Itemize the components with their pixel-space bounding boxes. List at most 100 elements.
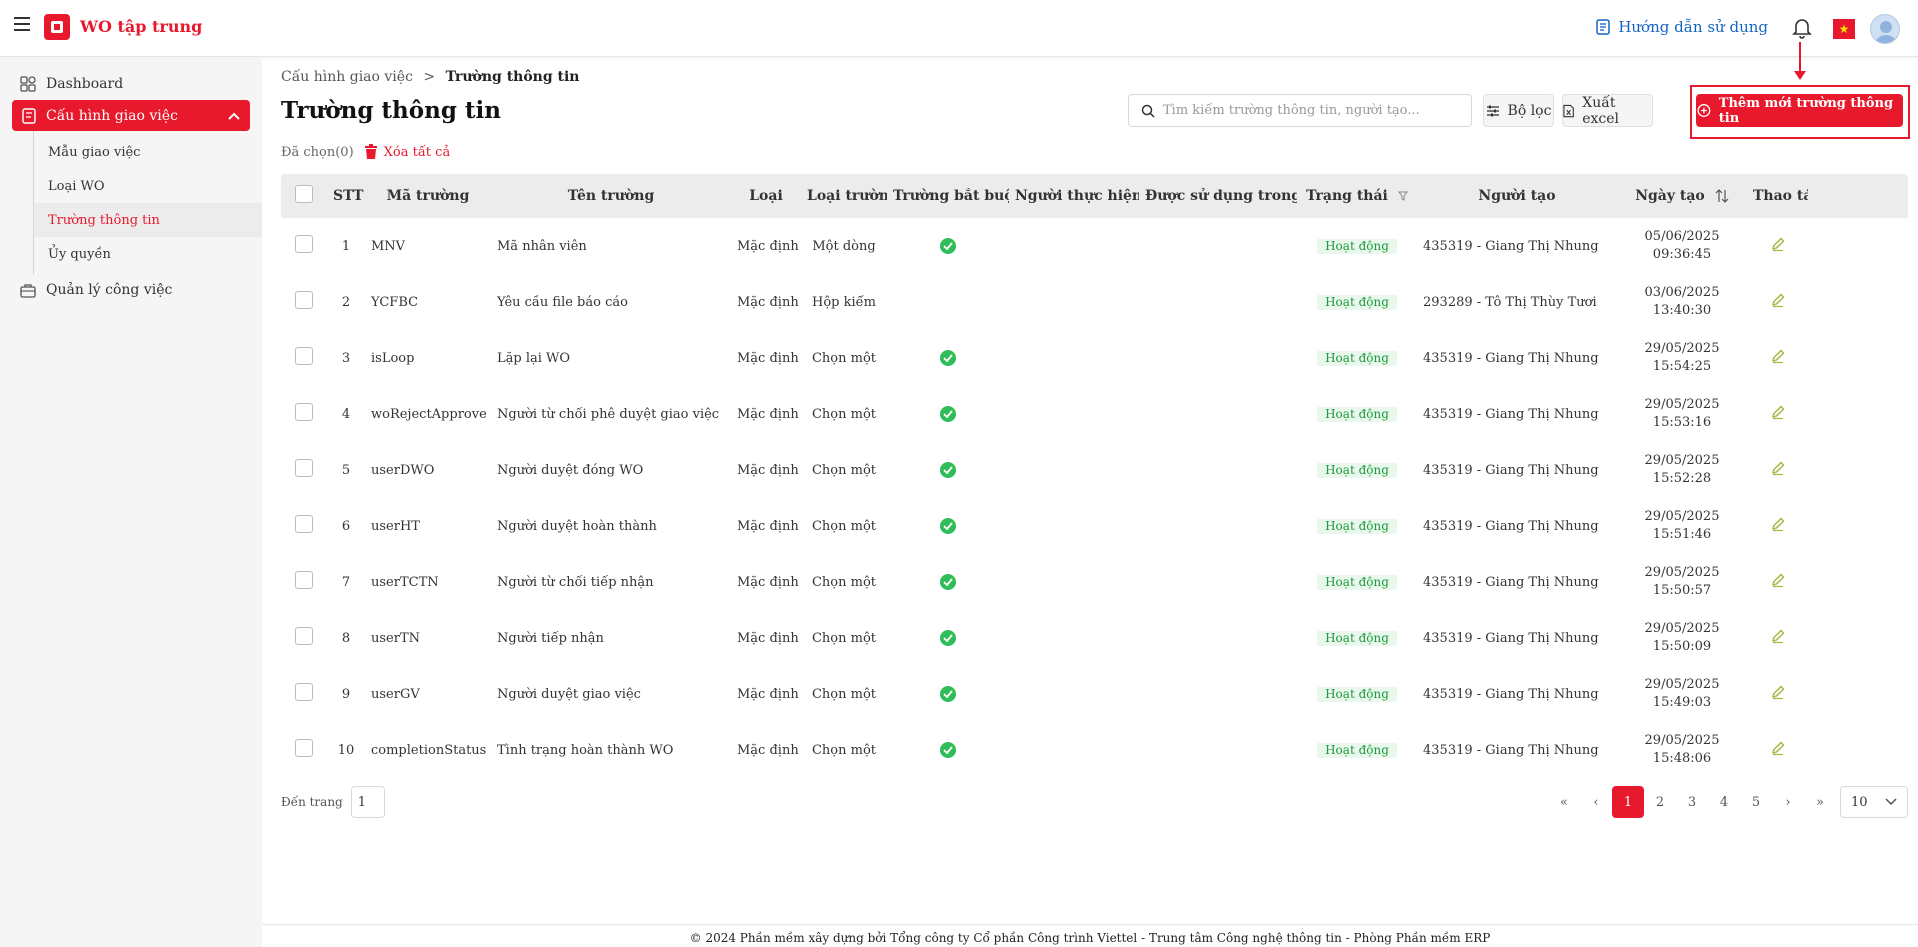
check-circle-icon: [940, 574, 956, 590]
delete-all-button[interactable]: Xóa tất cả: [364, 144, 450, 160]
trash-icon: [364, 144, 377, 159]
cell-nguoi-tao: 435319 - Giang Thị Nhung: [1423, 630, 1599, 646]
first-page-button[interactable]: «: [1548, 786, 1580, 818]
cell-ngay-tao: 29/05/2025 15:50:09: [1617, 620, 1747, 656]
row-checkbox[interactable]: [295, 403, 313, 421]
row-checkbox[interactable]: [295, 571, 313, 589]
cell-truong-bat-buoc: [887, 350, 1009, 366]
document-icon: [1596, 19, 1611, 35]
avatar[interactable]: [1870, 14, 1900, 44]
cell-ma-truong: userGV: [371, 686, 420, 702]
sidebar-item-quan-ly-cong-viec[interactable]: Quản lý công việc: [0, 275, 262, 305]
sidebar-item-dashboard[interactable]: Dashboard: [0, 69, 262, 99]
last-page-button[interactable]: »: [1804, 786, 1836, 818]
row-checkbox[interactable]: [295, 459, 313, 477]
page-size-select[interactable]: 10: [1840, 786, 1908, 818]
sidebar-item-truong-thong-tin[interactable]: Trường thông tin: [34, 203, 262, 237]
menu-icon[interactable]: [14, 17, 30, 31]
cell-ten-truong: Mã nhân viên: [497, 238, 587, 254]
next-page-button[interactable]: ›: [1772, 786, 1804, 818]
cell-loai-truong: Chọn một: [811, 518, 877, 534]
sidebar-item-config[interactable]: Cấu hình giao việc: [12, 100, 250, 131]
breadcrumb-current: Trường thông tin: [445, 69, 580, 85]
edit-pencil-icon[interactable]: [1770, 740, 1786, 756]
cell-stt: 1: [341, 238, 351, 254]
row-checkbox[interactable]: [295, 235, 313, 253]
goto-page-input[interactable]: 1: [350, 786, 385, 818]
filter-icon[interactable]: [1397, 191, 1408, 201]
edit-pencil-icon[interactable]: [1770, 348, 1786, 364]
sidebar-item-quan-ly-label: Quản lý công việc: [46, 282, 173, 298]
check-circle-icon: [940, 462, 956, 478]
cell-time: 15:53:16: [1652, 415, 1712, 430]
language-flag-icon[interactable]: ★: [1833, 19, 1855, 39]
page-4-button[interactable]: 4: [1708, 786, 1740, 818]
page-5-button[interactable]: 5: [1740, 786, 1772, 818]
cell-date: 29/05/2025: [1644, 677, 1720, 692]
col-nguoi-tao: Người tạo: [1478, 188, 1556, 204]
cell-nguoi-tao: 435319 - Giang Thị Nhung: [1423, 574, 1599, 590]
breadcrumb: Cấu hình giao việc > Trường thông tin: [281, 69, 580, 85]
cell-date: 29/05/2025: [1644, 565, 1720, 580]
cell-loai-truong: Chọn một: [811, 462, 877, 478]
col-duoc-su-dung: Được sử dụng trong MGV: [1145, 188, 1297, 204]
col-ten-truong: Tên trường: [567, 188, 655, 204]
cell-ten-truong: Yêu cầu file báo cáo: [497, 294, 628, 310]
user-guide-link[interactable]: Hướng dẫn sử dụng: [1596, 18, 1768, 36]
export-excel-button[interactable]: Xuất excel: [1562, 94, 1653, 127]
cell-loai: Mặc định: [737, 238, 799, 254]
table-row: 8 userTN Người tiếp nhận Mặc định Chọn m…: [281, 610, 1908, 666]
row-checkbox[interactable]: [295, 739, 313, 757]
edit-pencil-icon[interactable]: [1770, 628, 1786, 644]
sidebar-item-mau-giao-viec[interactable]: Mẫu giao việc: [34, 135, 262, 169]
row-checkbox[interactable]: [295, 683, 313, 701]
cell-time: 15:49:03: [1652, 695, 1712, 710]
row-checkbox[interactable]: [295, 515, 313, 533]
status-badge: Hoạt động: [1317, 742, 1397, 758]
bell-icon[interactable]: [1792, 17, 1812, 43]
app-logo[interactable]: [44, 14, 70, 40]
search-input[interactable]: Tìm kiếm trường thông tin, người tạo...: [1128, 94, 1472, 127]
sort-icon[interactable]: [1715, 189, 1729, 203]
breadcrumb-parent[interactable]: Cấu hình giao việc: [281, 69, 413, 85]
cell-date: 29/05/2025: [1644, 341, 1720, 356]
cell-date: 29/05/2025: [1644, 733, 1720, 748]
cell-nguoi-tao: 435319 - Giang Thị Nhung: [1423, 742, 1599, 758]
edit-pencil-icon[interactable]: [1770, 404, 1786, 420]
edit-pencil-icon[interactable]: [1770, 684, 1786, 700]
cell-ma-truong: userTN: [371, 630, 420, 646]
page-1-button[interactable]: 1: [1612, 786, 1644, 818]
edit-pencil-icon[interactable]: [1770, 572, 1786, 588]
sidebar-item-loai-wo[interactable]: Loại WO: [34, 169, 262, 203]
app-title[interactable]: WO tập trung: [80, 17, 202, 36]
edit-pencil-icon[interactable]: [1770, 236, 1786, 252]
table-row: 10 completionStatus Tình trạng hoàn thàn…: [281, 722, 1908, 778]
page-title: Trường thông tin: [281, 97, 502, 124]
row-checkbox[interactable]: [295, 627, 313, 645]
cell-ngay-tao: 29/05/2025 15:52:28: [1617, 452, 1747, 488]
cell-ma-truong: isLoop: [371, 350, 415, 366]
cell-truong-bat-buoc: [887, 630, 1009, 646]
cell-stt: 5: [341, 462, 351, 478]
edit-pencil-icon[interactable]: [1770, 292, 1786, 308]
edit-pencil-icon[interactable]: [1770, 516, 1786, 532]
status-badge: Hoạt động: [1317, 630, 1397, 646]
cell-loai: Mặc định: [737, 518, 799, 534]
sidebar-submenu: Mẫu giao việc Loại WO Trường thông tin Ủ…: [33, 131, 262, 275]
page-2-button[interactable]: 2: [1644, 786, 1676, 818]
top-header: WO tập trung Hướng dẫn sử dụng ★: [0, 0, 1918, 57]
row-checkbox[interactable]: [295, 347, 313, 365]
cell-date: 29/05/2025: [1644, 453, 1720, 468]
col-ma-truong: Mã trường: [386, 188, 470, 204]
page-3-button[interactable]: 3: [1676, 786, 1708, 818]
prev-page-button[interactable]: ‹: [1580, 786, 1612, 818]
export-label: Xuất excel: [1582, 94, 1620, 127]
sidebar-item-uy-quyen[interactable]: Ủy quyền: [34, 237, 262, 271]
cell-loai: Mặc định: [737, 462, 799, 478]
cell-loai: Mặc định: [737, 686, 799, 702]
select-all-checkbox[interactable]: [295, 185, 313, 203]
row-checkbox[interactable]: [295, 291, 313, 309]
filter-button[interactable]: Bộ lọc: [1483, 94, 1554, 127]
table-row: 4 woRejectApprove Người từ chối phê duyệ…: [281, 386, 1908, 442]
edit-pencil-icon[interactable]: [1770, 460, 1786, 476]
